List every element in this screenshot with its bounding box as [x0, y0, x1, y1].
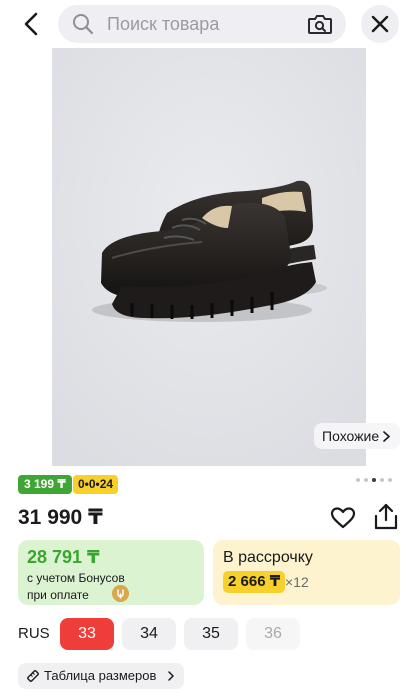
- top-bar: Поиск товара: [0, 0, 418, 48]
- size-option-34[interactable]: 34: [122, 618, 176, 650]
- size-option-33[interactable]: 33: [60, 618, 114, 650]
- bonus-price-card[interactable]: 28 791 ₸ с учетом Бонусов при оплате: [18, 540, 204, 605]
- installment-card[interactable]: В рассрочку 2 666 ₸ ×12: [213, 540, 400, 605]
- share-icon[interactable]: [373, 503, 399, 531]
- installment-times: ×12: [285, 574, 309, 590]
- size-table-button[interactable]: Таблица размеров: [18, 663, 184, 689]
- product-price: 31 990 ₸: [18, 506, 103, 529]
- gallery-dots: [354, 478, 394, 484]
- gallery-dot: [356, 478, 360, 482]
- camera-search-icon[interactable]: [307, 12, 333, 36]
- installment-title: В рассрочку: [223, 549, 313, 566]
- chevron-right-icon: [383, 431, 390, 442]
- close-button[interactable]: [361, 5, 399, 43]
- search-input[interactable]: Поиск товара: [58, 5, 346, 43]
- product-image[interactable]: [52, 48, 366, 466]
- bonus-price-badge: 3 199 ₸: [18, 475, 72, 494]
- shoes-illustration: [52, 48, 366, 466]
- gallery-dot: [372, 478, 376, 482]
- bonus-caption-line2: при оплате: [27, 588, 89, 602]
- size-table-label: Таблица размеров: [44, 668, 157, 683]
- gallery-dot: [364, 478, 368, 482]
- gallery-dot: [380, 478, 384, 482]
- promo-timer-badge: 0•0•24: [73, 475, 119, 494]
- ruler-icon: [27, 670, 39, 682]
- search-placeholder: Поиск товара: [107, 14, 220, 34]
- coin-icon: [112, 585, 129, 602]
- back-arrow-icon: [24, 12, 38, 36]
- installment-amount: 2 666 ₸: [223, 571, 286, 593]
- chevron-right-icon: [168, 671, 174, 681]
- similar-label: Похожие: [322, 428, 380, 444]
- close-icon: [371, 15, 389, 33]
- back-button[interactable]: [18, 10, 46, 38]
- bonus-caption-line1: с учетом Бонусов: [27, 571, 125, 585]
- search-icon: [73, 14, 94, 35]
- size-system-label: RUS: [18, 625, 50, 642]
- similar-products-button[interactable]: Похожие: [314, 423, 400, 449]
- heart-icon[interactable]: [330, 505, 356, 531]
- bonus-price-amount: 28 791 ₸: [27, 547, 100, 567]
- size-option-35[interactable]: 35: [184, 618, 238, 650]
- gallery-dot: [388, 478, 392, 482]
- size-option-36[interactable]: 36: [246, 618, 300, 650]
